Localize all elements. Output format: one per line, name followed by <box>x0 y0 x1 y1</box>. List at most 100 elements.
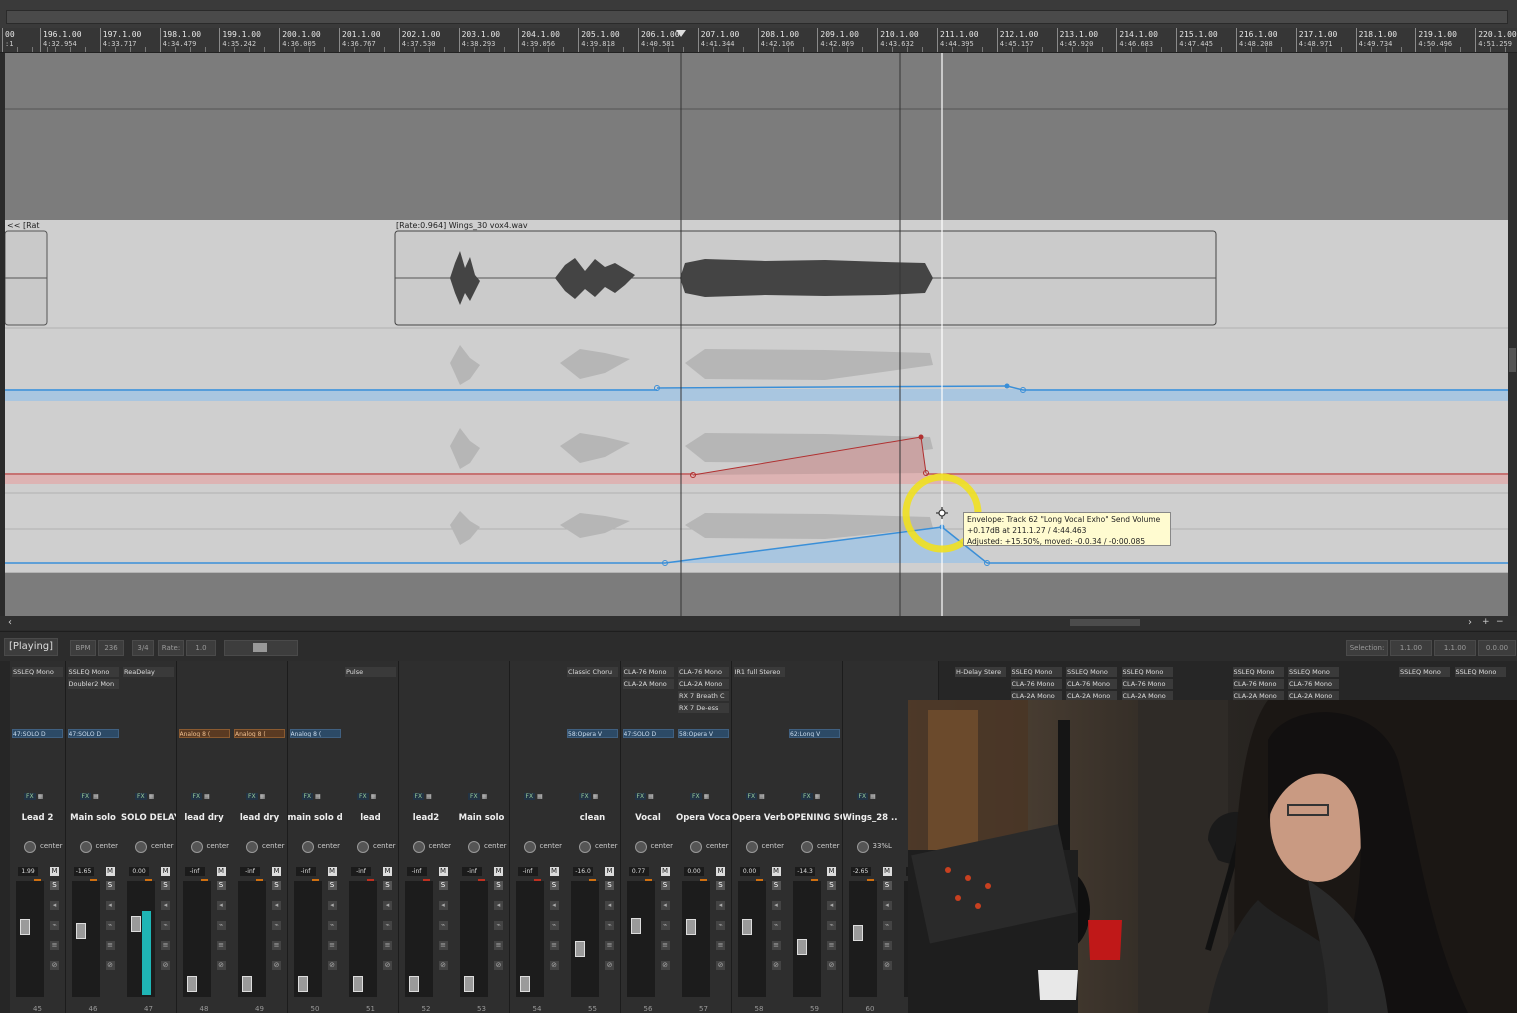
mixer-strip[interactable]: IR1 full Stereo FX ▦ Opera Verb center 0.00 M… <box>731 661 788 1013</box>
mixer-strip[interactable]: FX ▦ center -inf M S ◂ ⌁ ≡ ⊘ 54 <box>509 661 566 1013</box>
env-icon[interactable]: ⌁ <box>549 921 559 930</box>
send-slot[interactable]: 47:SOLO D <box>12 729 63 738</box>
mixer-strip[interactable]: FX ▦ Wings_28 ..2 33%L -2.65 M S ◂ ⌁ ≡ ⊘ 60 <box>842 661 899 1013</box>
fader-knob[interactable] <box>297 976 308 992</box>
fx-slot[interactable]: CLA-2A Mono <box>622 679 674 689</box>
volume-fader[interactable] <box>349 881 377 997</box>
rate-slider[interactable] <box>224 640 298 656</box>
pan-knob-icon[interactable] <box>634 841 647 853</box>
phase-icon[interactable]: ⊘ <box>771 961 781 970</box>
fx-master-buttons[interactable]: FX ▦ <box>468 793 487 800</box>
solo-button[interactable]: S <box>549 881 559 890</box>
horizontal-scroll-top[interactable] <box>6 10 1508 24</box>
bpm-value[interactable]: 236 <box>98 640 124 656</box>
pan-knob-icon[interactable] <box>190 841 203 853</box>
route-icon[interactable]: ≡ <box>605 941 614 950</box>
fader-knob[interactable] <box>852 925 863 941</box>
selection-end[interactable]: 1.1.00 <box>1434 640 1476 656</box>
phase-icon[interactable]: ⊘ <box>327 961 337 970</box>
mute-button[interactable]: M <box>327 867 337 876</box>
env-icon[interactable]: ⌁ <box>216 921 226 930</box>
fx-slot[interactable]: CLA-76 Mono <box>1066 679 1117 689</box>
pan-knob-icon[interactable] <box>301 841 314 853</box>
fx-slot[interactable]: SSLEQ Mono <box>1399 667 1450 677</box>
mute-button[interactable]: M <box>605 867 614 876</box>
pan-control[interactable]: center <box>403 841 451 853</box>
fx-slot[interactable]: IR1 full Stereo <box>733 667 785 677</box>
fx-slot[interactable]: SSLEQ Mono <box>1010 667 1062 677</box>
fx-slot[interactable]: SSLEQ Mono <box>12 667 63 677</box>
volume-fader[interactable] <box>293 881 322 997</box>
track-name[interactable]: OPENING SC <box>787 813 842 823</box>
pan-control[interactable]: center <box>569 841 618 853</box>
pan-control[interactable]: center <box>125 841 174 853</box>
fx-slot[interactable]: CLA-76 Mono <box>1232 679 1284 689</box>
mute-button[interactable]: M <box>438 867 448 876</box>
fx-slot[interactable]: SSLEQ Mono <box>1288 667 1339 677</box>
route-icon[interactable]: ≡ <box>716 941 725 950</box>
volume-fader[interactable] <box>182 881 211 997</box>
mixer-strip[interactable]: CLA-76 Mono CLA-2A Mono 47:SOLO D FX ▦ Vocal… <box>620 661 677 1013</box>
vertical-scrollbar[interactable] <box>1508 53 1517 616</box>
pan-knob-icon[interactable] <box>856 841 869 853</box>
mute-button[interactable]: M <box>494 867 503 876</box>
fx-master-buttons[interactable]: FX ▦ <box>690 793 709 800</box>
rec-icon[interactable]: ◂ <box>549 901 559 910</box>
fx-slot[interactable]: CLA-76 Mono <box>1121 679 1173 689</box>
media-item-wings[interactable] <box>394 230 1217 326</box>
rec-icon[interactable]: ◂ <box>327 901 337 910</box>
pan-knob-icon[interactable] <box>135 841 147 853</box>
track-name[interactable]: Main solo <box>66 813 121 823</box>
fx-slot[interactable]: SSLEQ Mono <box>1066 667 1117 677</box>
solo-button[interactable]: S <box>827 881 836 890</box>
fx-master-buttons[interactable]: FX ▦ <box>523 793 543 800</box>
track-name[interactable]: SOLO DELAY <box>121 813 176 823</box>
fx-slot[interactable]: CLA-76 Mono <box>1288 679 1339 689</box>
pan-control[interactable]: center <box>14 841 63 853</box>
mute-button[interactable]: M <box>660 867 670 876</box>
fx-slot[interactable]: CLA-76 Mono <box>678 667 729 677</box>
fx-slot[interactable]: SSLEQ Mono <box>1121 667 1173 677</box>
solo-button[interactable]: S <box>771 881 781 890</box>
fader-knob[interactable] <box>20 919 30 935</box>
route-icon[interactable]: ≡ <box>549 941 559 950</box>
solo-button[interactable]: S <box>438 881 448 890</box>
pan-knob-icon[interactable] <box>246 841 258 853</box>
route-icon[interactable]: ≡ <box>494 941 503 950</box>
track-name[interactable]: lead2 <box>399 813 454 823</box>
rec-icon[interactable]: ◂ <box>827 901 836 910</box>
volume-fader[interactable] <box>460 881 488 997</box>
mute-button[interactable]: M <box>272 867 281 876</box>
pan-control[interactable]: center <box>458 841 507 853</box>
fx-slot[interactable]: H-Delay Stere <box>955 667 1006 677</box>
phase-icon[interactable]: ⊘ <box>827 961 836 970</box>
mute-button[interactable]: M <box>549 867 559 876</box>
mute-button[interactable]: M <box>161 867 170 876</box>
pan-knob-icon[interactable] <box>690 841 702 853</box>
fx-slot[interactable]: SSLEQ Mono <box>1232 667 1284 677</box>
fader-knob[interactable] <box>464 976 474 992</box>
env-icon[interactable]: ⌁ <box>882 921 892 930</box>
fx-master-buttons[interactable]: FX ▦ <box>357 793 376 800</box>
phase-icon[interactable]: ⊘ <box>216 961 226 970</box>
mute-button[interactable]: M <box>771 867 781 876</box>
rec-icon[interactable]: ◂ <box>105 901 115 910</box>
rec-icon[interactable]: ◂ <box>383 901 392 910</box>
pan-control[interactable]: center <box>680 841 729 853</box>
volume-fader[interactable] <box>515 881 544 997</box>
route-icon[interactable]: ≡ <box>383 941 392 950</box>
phase-icon[interactable]: ⊘ <box>494 961 503 970</box>
fx-master-buttons[interactable]: FX ▦ <box>412 793 432 800</box>
route-icon[interactable]: ≡ <box>771 941 781 950</box>
fx-master-buttons[interactable]: FX ▦ <box>856 793 876 800</box>
route-icon[interactable]: ≡ <box>438 941 448 950</box>
route-icon[interactable]: ≡ <box>216 941 226 950</box>
fader-knob[interactable] <box>131 916 141 932</box>
env-icon[interactable]: ⌁ <box>605 921 614 930</box>
track-name[interactable]: Main solo <box>454 813 509 823</box>
volume-fader[interactable] <box>848 881 877 997</box>
env-icon[interactable]: ⌁ <box>161 921 170 930</box>
env-icon[interactable]: ⌁ <box>327 921 337 930</box>
route-icon[interactable]: ≡ <box>882 941 892 950</box>
env-icon[interactable]: ⌁ <box>660 921 670 930</box>
